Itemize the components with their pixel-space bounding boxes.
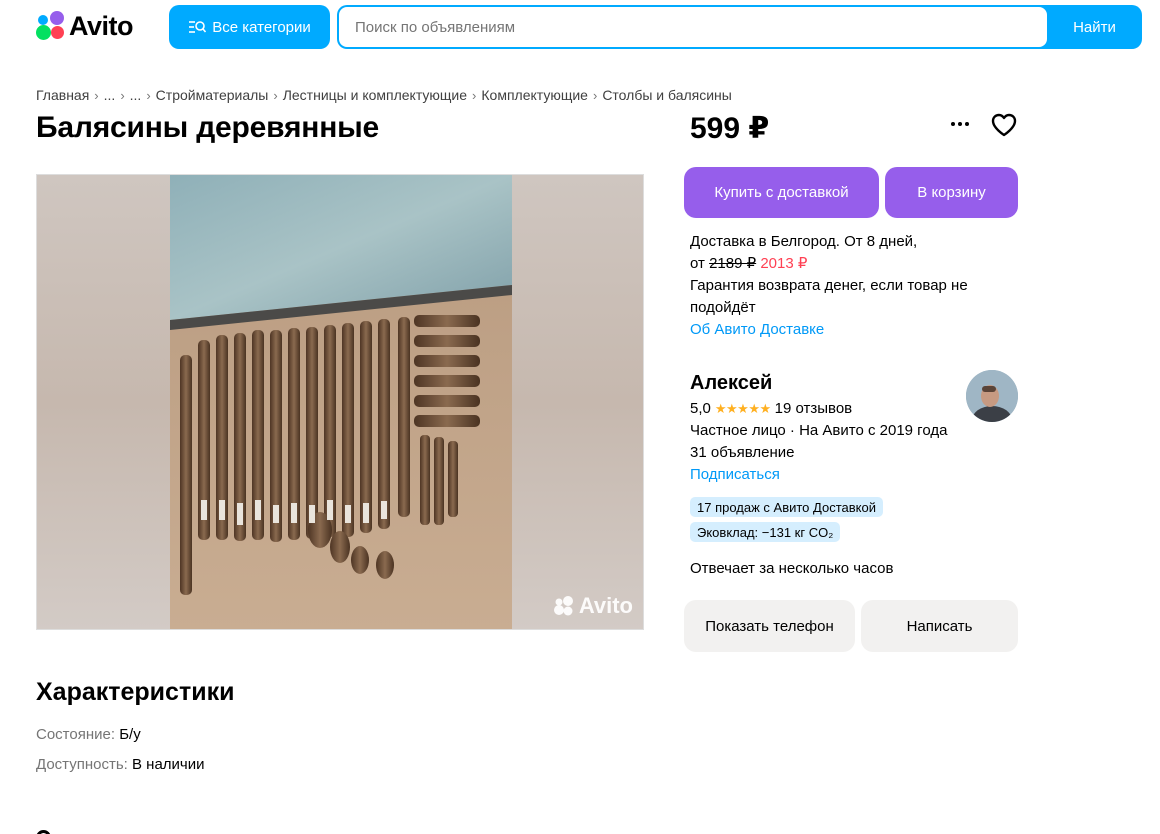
breadcrumb-item-stairs[interactable]: Лестницы и комплектующие [283, 87, 467, 103]
listing-title: Балясины деревянные [36, 111, 380, 144]
seller-type: Частное лицо · На Авито с 2019 года [690, 422, 948, 439]
listing-photo[interactable]: Avito [36, 174, 644, 630]
reviews-count: 19 отзывов [774, 400, 853, 417]
response-time: Отвечает за несколько часов [690, 560, 894, 577]
add-to-cart-button[interactable]: В корзину [885, 167, 1018, 218]
all-categories-label: Все категории [212, 18, 311, 36]
seller-ads-count[interactable]: 31 объявление [690, 444, 795, 461]
chevron-right-icon: › [94, 87, 99, 103]
availability-value: В наличии [131, 756, 205, 773]
all-categories-button[interactable]: Все категории [169, 5, 330, 49]
photo-blur-left [37, 175, 170, 629]
breadcrumb-item-balusters[interactable]: Столбы и балясины [602, 87, 732, 103]
delivery-old-price: 2189 ₽ [709, 255, 757, 272]
delivery-line: Доставка в Белгород. От 8 дней, [690, 233, 918, 250]
subscribe-link[interactable]: Подписаться [690, 466, 780, 483]
next-section-heading-cut [36, 822, 236, 834]
availability-label: Доступность: [36, 756, 128, 773]
listing-price: 599 ₽ [690, 112, 770, 145]
rating-value: 5,0 [690, 400, 711, 417]
breadcrumb-item-home[interactable]: Главная [36, 87, 89, 103]
characteristics-heading: Характеристики [36, 678, 235, 706]
breadcrumb: Главная › ... › ... › Стройматериалы › Л… [36, 87, 732, 103]
avito-logo[interactable]: Avito [36, 10, 134, 41]
breadcrumb-item-building-materials[interactable]: Стройматериалы [156, 87, 269, 103]
watermark-text: Avito [578, 593, 633, 618]
categories-search-icon [189, 21, 207, 33]
availability-row: Доступность: В наличии [36, 756, 205, 773]
logo-text: Avito [69, 10, 134, 41]
favorite-heart-icon[interactable] [990, 112, 1018, 138]
logo-dots-icon [36, 11, 66, 41]
condition-row: Состояние: Б/у [36, 726, 141, 743]
search-button[interactable]: Найти [1047, 5, 1142, 49]
delivery-info: Доставка в Белгород. От 8 дней, от 2189 … [690, 231, 980, 341]
balusters-photo [170, 175, 512, 629]
about-delivery-link[interactable]: Об Авито Доставке [690, 319, 980, 341]
seller-avatar[interactable] [966, 370, 1018, 422]
chevron-right-icon: › [120, 87, 125, 103]
avito-watermark: Avito [553, 593, 633, 619]
chevron-right-icon: › [592, 87, 598, 103]
rating-stars-icon: ★★★★★ [714, 400, 771, 416]
search-bar: Найти [337, 5, 1142, 49]
breadcrumb-item-components[interactable]: Комплектующие [481, 87, 588, 103]
condition-label: Состояние: [36, 726, 116, 743]
delivery-from: от [690, 255, 705, 272]
money-back-guarantee: Гарантия возврата денег, если товар не п… [690, 277, 968, 316]
condition-value: Б/у [119, 726, 141, 743]
search-input[interactable] [339, 7, 1047, 47]
show-phone-button[interactable]: Показать телефон [684, 600, 855, 652]
seller-rating[interactable]: 5,0 ★★★★★ 19 отзывов [690, 400, 852, 417]
more-options-icon[interactable] [948, 114, 972, 134]
delivery-new-price: 2013 ₽ [760, 255, 808, 272]
write-message-button[interactable]: Написать [861, 600, 1018, 652]
buy-with-delivery-button[interactable]: Купить с доставкой [684, 167, 879, 218]
sales-badge: 17 продаж с Авито Доставкой [690, 497, 883, 517]
chevron-right-icon: › [472, 87, 477, 103]
watermark-dots-icon [553, 596, 573, 616]
eco-badge: Эковклад: −131 кг CO₂ [690, 522, 841, 542]
breadcrumb-item-ellipsis[interactable]: ... [104, 87, 116, 103]
chevron-right-icon: › [146, 87, 151, 103]
breadcrumb-item-ellipsis[interactable]: ... [130, 87, 142, 103]
chevron-right-icon: › [273, 87, 278, 103]
seller-name[interactable]: Алексей [690, 372, 772, 395]
photo-blur-right [510, 175, 643, 629]
delivery-price-line: от 2189 ₽ 2013 ₽ [690, 253, 980, 275]
